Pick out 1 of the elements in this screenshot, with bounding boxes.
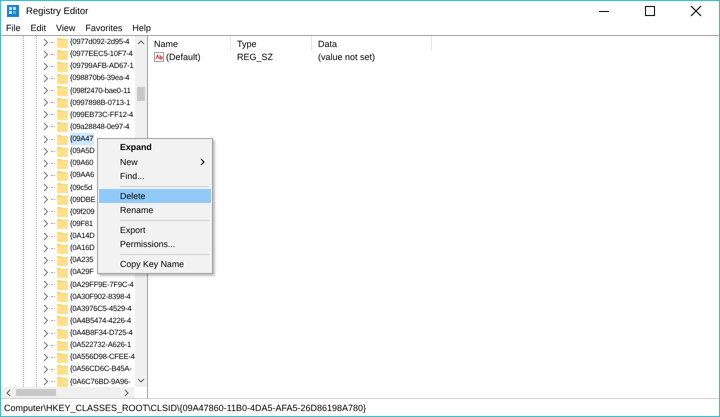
- window-title: Registry Editor: [26, 6, 88, 16]
